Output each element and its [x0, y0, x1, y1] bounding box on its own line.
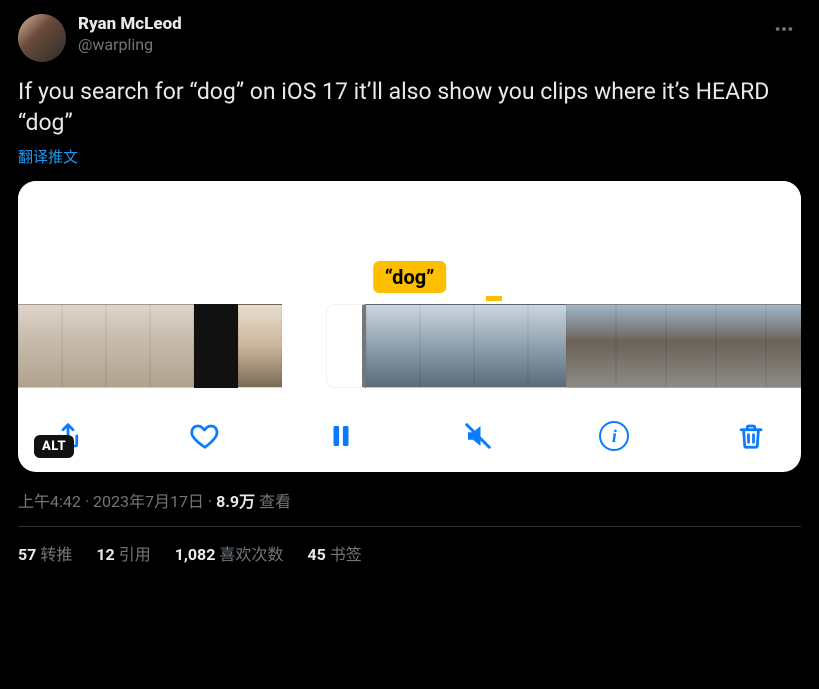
- clip-frame: [150, 304, 194, 388]
- clip-group-3: [566, 304, 801, 388]
- clip-frame: [766, 304, 801, 388]
- meta-time[interactable]: 上午4:42: [18, 492, 81, 511]
- clip-group-2: [326, 304, 582, 388]
- delete-button[interactable]: [723, 414, 779, 458]
- meta-date[interactable]: 2023年7月17日: [93, 492, 204, 511]
- favorite-button[interactable]: [177, 414, 233, 458]
- tweet-stats: 57转推 12引用 1,082喜欢次数 45书签: [18, 541, 801, 565]
- media-card[interactable]: “dog”: [18, 181, 801, 472]
- display-name: Ryan McLeod: [78, 14, 182, 35]
- tweet-container: Ryan McLeod @warpling If you search for …: [0, 0, 819, 575]
- clip-frame: [62, 304, 106, 388]
- clip-frame: [474, 304, 528, 388]
- clip-frame: [666, 304, 716, 388]
- clip-playhead[interactable]: [326, 304, 366, 388]
- clip-frame: [716, 304, 766, 388]
- search-match-marker: [486, 296, 502, 301]
- info-icon: i: [599, 421, 629, 451]
- clip-frame: [238, 304, 282, 388]
- stat-quotes[interactable]: 12引用: [96, 541, 150, 565]
- pause-icon: [326, 421, 356, 451]
- alt-badge[interactable]: ALT: [34, 435, 74, 458]
- pause-button[interactable]: [313, 414, 369, 458]
- video-timeline[interactable]: [18, 296, 801, 396]
- avatar[interactable]: [18, 14, 66, 62]
- meta-views-count: 8.9万: [216, 492, 255, 511]
- clip-group-1: [18, 304, 282, 388]
- info-button[interactable]: i: [586, 414, 642, 458]
- tweet-text: If you search for “dog” on iOS 17 it’ll …: [18, 76, 801, 138]
- clip-frame: [106, 304, 150, 388]
- heart-icon: [190, 421, 220, 451]
- stat-bookmarks[interactable]: 45书签: [307, 541, 361, 565]
- author-block[interactable]: Ryan McLeod @warpling: [78, 14, 182, 55]
- clip-frame: [616, 304, 666, 388]
- tweet-meta: 上午4:42 · 2023年7月17日 · 8.9万 查看: [18, 488, 801, 512]
- stat-likes[interactable]: 1,082喜欢次数: [175, 541, 284, 565]
- clip-frame: [366, 304, 420, 388]
- tweet-header: Ryan McLeod @warpling: [18, 14, 801, 62]
- media-inner: “dog”: [18, 181, 801, 472]
- ellipsis-icon: [773, 18, 795, 40]
- trash-icon: [736, 421, 766, 451]
- stat-retweets[interactable]: 57转推: [18, 541, 72, 565]
- clip-frame: [18, 304, 62, 388]
- meta-views-label: 查看: [255, 492, 291, 511]
- speaker-mute-icon: [463, 421, 493, 451]
- clip-frame: [566, 304, 616, 388]
- clip-frame: [420, 304, 474, 388]
- clip-frame: [194, 304, 238, 388]
- search-caption-pill: “dog”: [373, 261, 447, 293]
- media-toolbar: i: [18, 396, 801, 458]
- more-button[interactable]: [767, 14, 801, 48]
- translate-link[interactable]: 翻译推文: [18, 146, 801, 167]
- divider: [18, 526, 801, 527]
- mute-button[interactable]: [450, 414, 506, 458]
- handle: @warpling: [78, 35, 182, 55]
